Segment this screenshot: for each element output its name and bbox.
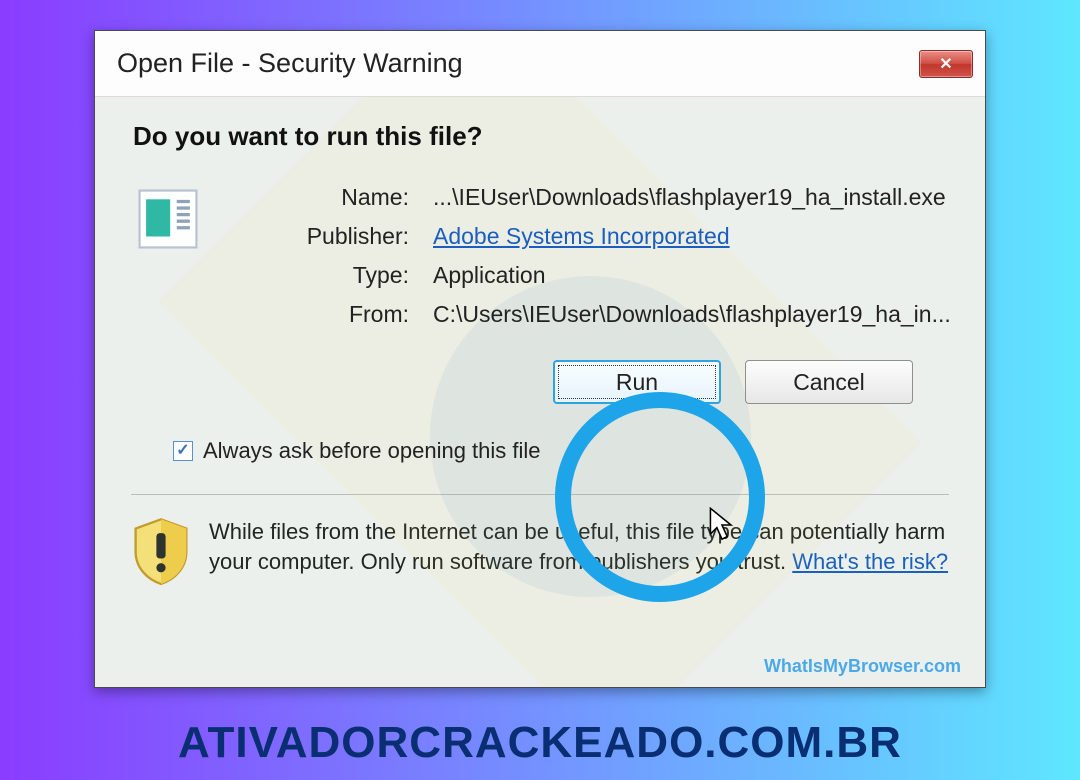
run-button[interactable]: Run <box>553 360 721 404</box>
dialog-title: Open File - Security Warning <box>117 48 463 79</box>
cancel-button[interactable]: Cancel <box>745 360 913 404</box>
shield-warning-icon <box>131 517 191 591</box>
always-ask-checkbox[interactable]: ✓ <box>173 441 193 461</box>
value-from: C:\Users\IEUser\Downloads\flashplayer19_… <box>433 301 951 328</box>
checkmark-icon: ✓ <box>176 443 189 459</box>
label-name: Name: <box>209 184 409 211</box>
label-type: Type: <box>209 262 409 289</box>
checkbox-label: Always ask before opening this file <box>203 438 541 464</box>
close-icon: ✕ <box>939 54 952 74</box>
site-watermark: WhatIsMyBrowser.com <box>764 656 961 677</box>
file-icon <box>133 184 209 259</box>
dialog-footer: While files from the Internet can be use… <box>95 495 985 611</box>
titlebar: Open File - Security Warning ✕ <box>95 31 985 97</box>
dialog-content: Do you want to run this file? Name: ...\… <box>95 97 985 494</box>
question-heading: Do you want to run this file? <box>133 121 949 152</box>
warning-text: While files from the Internet can be use… <box>209 517 949 576</box>
risk-link[interactable]: What's the risk? <box>792 549 948 574</box>
label-from: From: <box>209 301 409 328</box>
value-name: ...\IEUser\Downloads\flashplayer19_ha_in… <box>433 184 951 211</box>
value-type: Application <box>433 262 951 289</box>
brand-footer-text: ATIVADORCRACKEADO.COM.BR <box>178 718 902 768</box>
label-publisher: Publisher: <box>209 223 409 250</box>
security-warning-dialog: Open File - Security Warning ✕ Do you wa… <box>94 30 986 688</box>
publisher-link[interactable]: Adobe Systems Incorporated <box>433 223 951 250</box>
close-button[interactable]: ✕ <box>919 50 973 78</box>
